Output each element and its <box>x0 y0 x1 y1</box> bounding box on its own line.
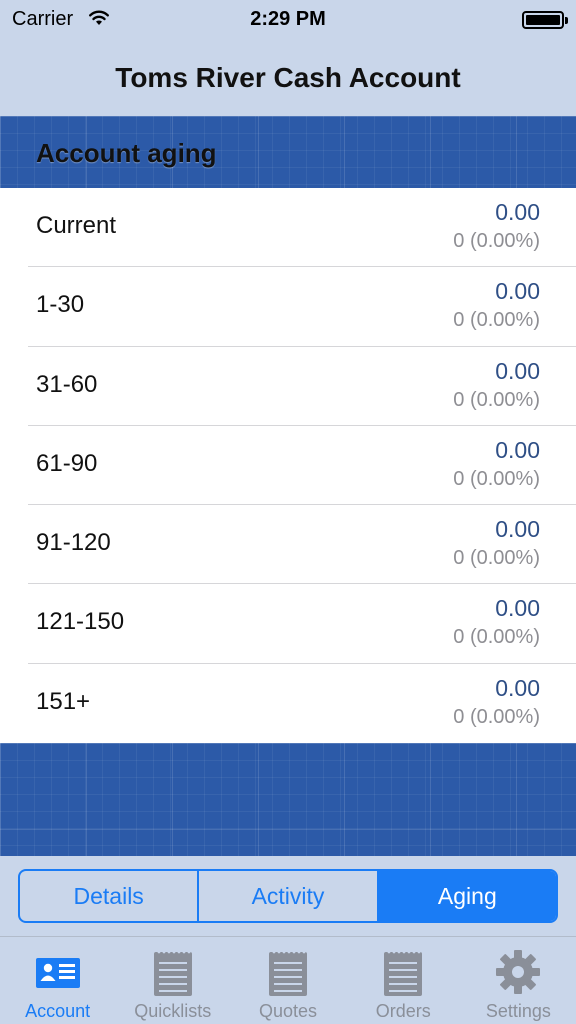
aging-range-label: 151+ <box>36 687 91 715</box>
account-card-icon <box>35 958 80 988</box>
view-segmented-control: Details Activity Aging <box>18 869 558 923</box>
aging-count-percent: 0 (0.00%) <box>453 388 540 411</box>
aging-amount: 0.00 <box>495 436 540 463</box>
status-time: 2:29 PM <box>250 8 326 30</box>
aging-amount: 0.00 <box>495 595 540 622</box>
notepad-icon <box>269 950 307 996</box>
aging-row-91-120: 91-120 0.00 0 (0.00%) <box>0 505 576 585</box>
notepad-icon <box>153 950 192 996</box>
aging-amount: 0.00 <box>495 516 540 543</box>
aging-count-percent: 0 (0.00%) <box>453 705 540 728</box>
aging-count-percent: 0 (0.00%) <box>453 626 540 649</box>
tab-account[interactable]: Account <box>0 937 115 1024</box>
tab-quicklists[interactable]: Quicklists <box>115 937 230 1024</box>
tab-label: Account <box>25 1001 91 1021</box>
aging-range-label: 1-30 <box>36 291 85 319</box>
tab-orders[interactable]: Orders <box>346 937 461 1024</box>
segment-activity[interactable]: Activity <box>199 871 379 921</box>
aging-row-151-plus: 151+ 0.00 0 (0.00%) <box>0 664 576 743</box>
tab-label: Quotes <box>258 1001 318 1021</box>
notepad-icon <box>384 950 423 996</box>
status-bar: Carrier 2:29 PM <box>0 0 576 40</box>
battery-icon <box>522 11 568 29</box>
aging-list: Current 0.00 0 (0.00%) 1-30 0.00 0 (0.00… <box>0 188 576 743</box>
aging-row-1-30: 1-30 0.00 0 (0.00%) <box>0 267 576 347</box>
tab-quotes[interactable]: Quotes <box>230 937 345 1024</box>
segment-aging[interactable]: Aging <box>378 871 556 921</box>
aging-range-label: 121-150 <box>36 608 125 636</box>
section-header: Account aging <box>0 116 576 188</box>
tab-settings[interactable]: Settings <box>461 937 576 1024</box>
aging-row-31-60: 31-60 0.00 0 (0.00%) <box>0 347 576 426</box>
aging-amount: 0.00 <box>495 199 540 225</box>
aging-count-percent: 0 (0.00%) <box>453 230 540 252</box>
aging-row-61-90: 61-90 0.00 0 (0.00%) <box>0 426 576 506</box>
aging-count-percent: 0 (0.00%) <box>453 547 540 570</box>
aging-range-label: 61-90 <box>36 449 98 477</box>
aging-amount: 0.00 <box>495 674 540 701</box>
blueprint-background <box>0 743 576 856</box>
aging-amount: 0.00 <box>495 278 540 305</box>
tab-label: Settings <box>485 1001 551 1021</box>
navigation-bar: Toms River Cash Account <box>0 40 576 116</box>
aging-amount: 0.00 <box>495 357 540 384</box>
aging-range-label: 91-120 <box>36 529 111 557</box>
page-title: Toms River Cash Account <box>115 62 461 93</box>
tab-label: Quicklists <box>134 1001 212 1021</box>
tab-bar: Account Quicklists Quotes Orders Setting… <box>0 936 576 1024</box>
aging-row-current: Current 0.00 0 (0.00%) <box>0 188 576 268</box>
aging-range-label: 31-60 <box>36 370 98 398</box>
aging-range-label: Current <box>36 212 117 239</box>
tab-label: Orders <box>375 1001 431 1021</box>
segment-details[interactable]: Details <box>20 871 200 921</box>
gear-icon <box>496 950 541 994</box>
aging-row-121-150: 121-150 0.00 0 (0.00%) <box>0 584 576 664</box>
segment-bar: Details Activity Aging <box>0 856 576 936</box>
aging-count-percent: 0 (0.00%) <box>453 309 540 332</box>
section-title: Account aging <box>36 138 217 168</box>
aging-count-percent: 0 (0.00%) <box>453 467 540 490</box>
